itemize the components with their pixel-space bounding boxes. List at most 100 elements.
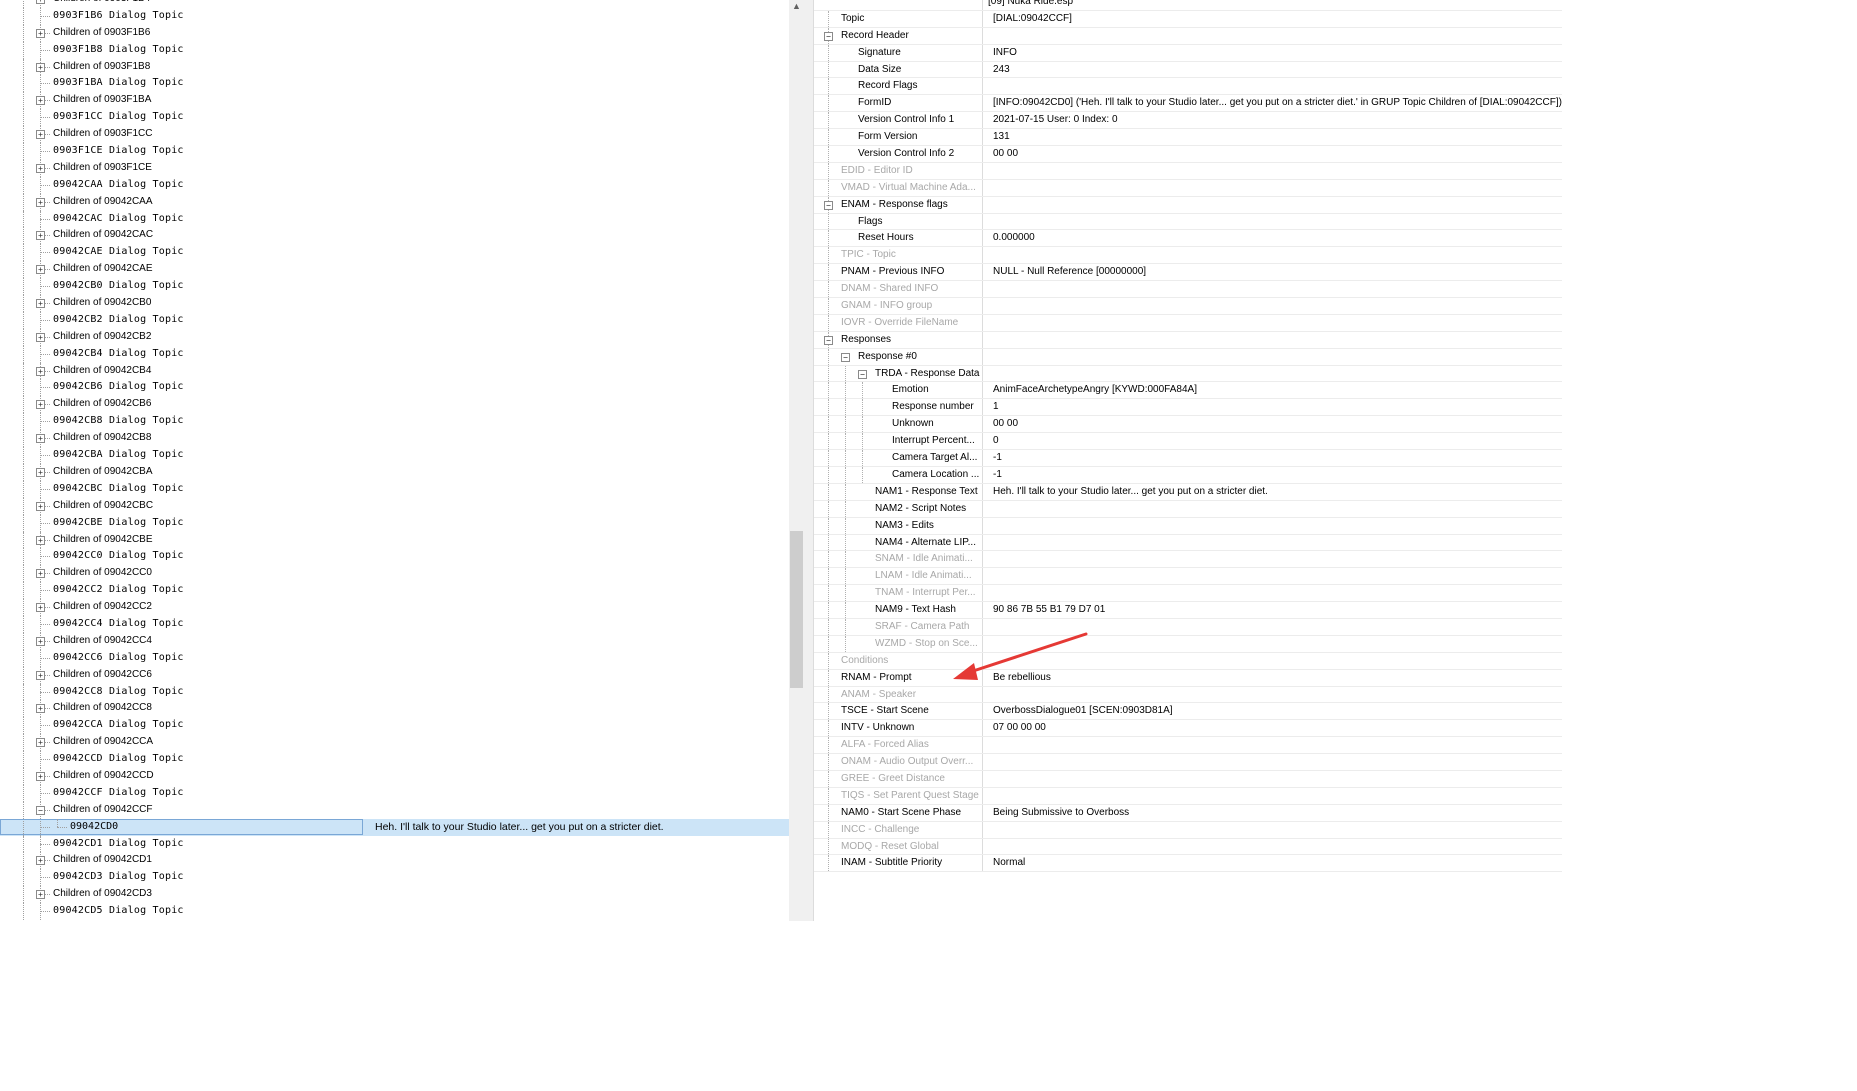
expand-icon[interactable]: + — [36, 163, 45, 173]
tree-row-children[interactable]: + Children of 09042CAC — [0, 227, 789, 245]
collapse-icon[interactable]: − — [841, 352, 850, 362]
record-field-value[interactable] — [982, 686, 1562, 703]
tree-row-topic[interactable]: 09042CBE Dialog Topic — [0, 514, 789, 532]
tree-row-children[interactable]: + Children of 0903F1CC — [0, 126, 789, 144]
record-field-value[interactable] — [982, 179, 1562, 196]
record-field-value[interactable] — [982, 196, 1562, 213]
record-field-value[interactable] — [982, 585, 1562, 602]
record-field-value[interactable]: AnimFaceArchetypeAngry [KYWD:000FA84A] — [982, 382, 1562, 399]
record-row[interactable]: Form Version 131 — [814, 129, 1562, 147]
record-field-value[interactable] — [982, 247, 1562, 264]
expand-icon[interactable]: + — [36, 62, 45, 72]
tree-row-children[interactable]: + Children of 0903F1BA — [0, 92, 789, 110]
tree-row-children[interactable]: + Children of 09042CCA — [0, 734, 789, 752]
expand-icon[interactable]: + — [36, 636, 45, 646]
expand-icon[interactable]: + — [36, 535, 45, 545]
record-row[interactable]: NAM3 - Edits — [814, 517, 1562, 535]
record-field-value[interactable]: Be rebellious — [982, 669, 1562, 686]
record-row[interactable]: Data Size 243 — [814, 61, 1562, 79]
record-row[interactable]: GNAM - INFO group — [814, 298, 1562, 315]
tree-row-children[interactable]: + Children of 09042CB4 — [0, 362, 789, 380]
expand-icon[interactable]: + — [36, 265, 45, 275]
record-row[interactable]: EDID - Editor ID — [814, 162, 1562, 180]
tree-row-topic[interactable]: 09042CC0 Dialog Topic — [0, 548, 789, 566]
tree-row-children[interactable]: + Children of 09042CD3 — [0, 886, 789, 904]
record-field-value[interactable]: 1 — [982, 399, 1562, 416]
tree-row-children[interactable]: + Children of 0903F1CE — [0, 159, 789, 177]
record-row[interactable]: INCC - Challenge — [814, 821, 1562, 839]
collapse-icon[interactable]: − — [824, 335, 833, 345]
record-row[interactable]: Unknown 00 00 — [814, 416, 1562, 434]
tree-row-topic[interactable]: 09042CB2 Dialog Topic — [0, 311, 789, 329]
tree-row-children[interactable]: + Children of 09042CC8 — [0, 700, 789, 718]
tree-row-children[interactable]: + Children of 09042CBA — [0, 463, 789, 481]
tree-row-children[interactable]: − Children of 09042CCF — [0, 801, 789, 819]
tree-row-children[interactable]: + Children of 09042CCD — [0, 767, 789, 785]
scroll-up-icon[interactable]: ▲ — [789, 0, 804, 12]
expand-icon[interactable]: + — [36, 856, 45, 866]
collapse-icon[interactable]: − — [858, 369, 867, 379]
record-row[interactable]: PNAM - Previous INFO NULL - Null Referenc… — [814, 264, 1562, 282]
record-field-value[interactable]: [DIAL:09042CCF] — [982, 10, 1562, 27]
tree-row-topic[interactable]: 09042CAE Dialog Topic — [0, 244, 789, 262]
collapse-icon[interactable]: − — [824, 31, 833, 41]
record-field-value[interactable] — [982, 162, 1562, 179]
record-field-value[interactable]: NULL - Null Reference [00000000] — [982, 264, 1562, 281]
record-field-value[interactable] — [982, 787, 1562, 804]
expand-icon[interactable]: + — [36, 197, 45, 207]
record-row[interactable]: TNAM - Interrupt Per... — [814, 585, 1562, 603]
record-row[interactable]: Reset Hours 0.000000 — [814, 230, 1562, 248]
record-field-value[interactable] — [982, 281, 1562, 298]
tree-row-topic[interactable]: 09042CC4 Dialog Topic — [0, 615, 789, 633]
record-field-value[interactable] — [982, 838, 1562, 855]
record-row[interactable]: TIQS - Set Parent Quest Stage — [814, 787, 1562, 805]
pane-splitter[interactable] — [804, 0, 814, 921]
record-field-value[interactable] — [982, 652, 1562, 669]
record-row[interactable]: NAM0 - Start Scene Phase Being Submissive… — [814, 804, 1562, 822]
expand-icon[interactable]: + — [36, 738, 45, 748]
tree-row-children[interactable]: + Children of 09042CC4 — [0, 632, 789, 650]
record-row[interactable]: NAM4 - Alternate LIP... — [814, 534, 1562, 552]
tree-row-topic[interactable]: 09042CB8 Dialog Topic — [0, 413, 789, 431]
record-field-value[interactable]: 00 00 — [982, 146, 1562, 162]
record-row[interactable]: SNAM - Idle Animati... — [814, 551, 1562, 569]
record-field-value[interactable]: 07 00 00 00 — [982, 720, 1562, 737]
record-row[interactable]: ALFA - Forced Alias — [814, 737, 1562, 755]
record-field-value[interactable] — [982, 517, 1562, 534]
tree-scrollbar[interactable]: ▲ — [789, 0, 804, 921]
record-field-value[interactable] — [982, 754, 1562, 770]
tree-row-topic[interactable]: 09042CB6 Dialog Topic — [0, 379, 789, 397]
record-field-value[interactable]: Normal — [982, 855, 1562, 872]
record-row[interactable]: Signature INFO — [814, 44, 1562, 62]
expand-icon[interactable]: + — [36, 704, 45, 714]
record-field-value[interactable]: -1 — [982, 450, 1562, 466]
tree-row-topic[interactable]: 09042CCA Dialog Topic — [0, 717, 789, 735]
record-row[interactable]: ONAM - Audio Output Overr... — [814, 754, 1562, 771]
tree-row-children[interactable]: + Children of 09042CC6 — [0, 666, 789, 684]
record-field-value[interactable]: 2021-07-15 User: 0 Index: 0 — [982, 112, 1562, 129]
tree-row-children[interactable]: + Children of 0903F1B4 — [0, 0, 789, 8]
tree-row-children[interactable]: + Children of 09042CB6 — [0, 396, 789, 414]
expand-icon[interactable]: + — [36, 434, 45, 444]
tree-row-topic[interactable]: 09042CB0 Dialog Topic — [0, 278, 789, 296]
tree-row-topic[interactable]: 09042CC6 Dialog Topic — [0, 649, 789, 667]
expand-icon[interactable]: + — [36, 0, 45, 4]
record-row[interactable]: Record Flags — [814, 78, 1562, 96]
expand-icon[interactable]: + — [36, 400, 45, 410]
record-field-value[interactable]: 00 00 — [982, 416, 1562, 433]
record-row[interactable]: Topic [DIAL:09042CCF] — [814, 10, 1562, 28]
tree-row-topic[interactable]: 09042CAA Dialog Topic — [0, 176, 789, 194]
record-row[interactable]: − Responses — [814, 331, 1562, 349]
tree-row-topic[interactable]: 09042CC8 Dialog Topic — [0, 683, 789, 701]
record-field-value[interactable] — [982, 534, 1562, 551]
record-row[interactable]: Camera Location ... -1 — [814, 466, 1562, 484]
record-row[interactable]: INAM - Subtitle Priority Normal — [814, 855, 1562, 873]
record-field-value[interactable]: INFO — [982, 44, 1562, 61]
record-row[interactable]: − ENAM - Response flags — [814, 196, 1562, 214]
expand-icon[interactable]: + — [36, 130, 45, 140]
tree-row-children[interactable]: + Children of 09042CAE — [0, 261, 789, 279]
tree-row-children[interactable]: + Children of 09042CBE — [0, 531, 789, 549]
record-row[interactable]: ANAM - Speaker — [814, 686, 1562, 704]
record-field-value[interactable] — [982, 737, 1562, 754]
record-row[interactable]: SRAF - Camera Path — [814, 618, 1562, 636]
